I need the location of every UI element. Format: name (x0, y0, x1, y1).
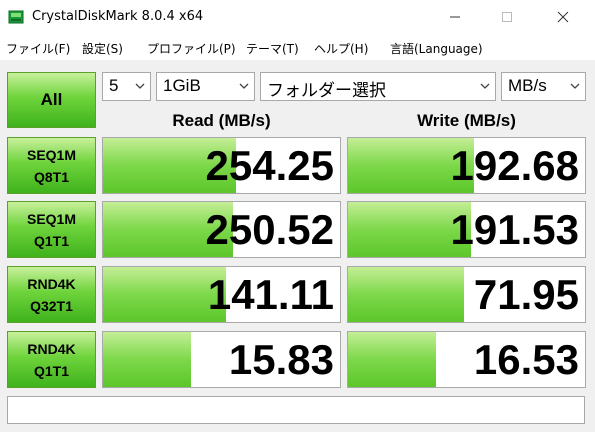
close-button[interactable] (540, 4, 586, 30)
test-name: SEQ1M (26, 210, 76, 227)
unit-select[interactable]: MB/s (501, 72, 586, 101)
read-value: 250.52 (205, 206, 334, 253)
minimize-button[interactable] (432, 4, 478, 30)
test-count-select[interactable]: 5 (102, 72, 151, 101)
test-params: Q1T1 (33, 232, 69, 249)
minimize-icon (450, 16, 460, 18)
chevron-down-icon (239, 83, 249, 89)
test-name: RND4K (27, 340, 76, 357)
menu-language[interactable]: 言語(Language) (390, 40, 483, 57)
close-icon (557, 11, 569, 23)
title-bar[interactable]: CrystalDiskMark 8.0.4 x64 (0, 0, 595, 34)
test-params: Q1T1 (33, 362, 69, 379)
unit-value: MB/s (508, 76, 547, 95)
menu-file[interactable]: ファイル(F) (6, 40, 70, 57)
write-result-cell: 71.95 (347, 266, 586, 323)
chevron-down-icon (570, 83, 580, 89)
write-value: 71.95 (473, 271, 579, 318)
write-result-cell: 192.68 (347, 137, 586, 194)
chevron-down-icon (135, 83, 145, 89)
read-result-cell: 15.83 (102, 331, 341, 388)
read-value: 254.25 (205, 142, 334, 189)
disk-icon (8, 10, 24, 24)
menu-profile[interactable]: プロファイル(P) (147, 40, 236, 57)
menu-help[interactable]: ヘルプ(H) (314, 40, 368, 57)
menu-theme[interactable]: テーマ(T) (246, 40, 299, 57)
test-name: SEQ1M (26, 146, 76, 163)
write-value: 191.53 (450, 206, 579, 253)
test-count-value: 5 (109, 76, 119, 95)
write-value: 192.68 (450, 142, 579, 189)
maximize-button[interactable] (484, 4, 530, 30)
test-button-seq1m-q1t1[interactable]: SEQ1M Q1T1 (7, 201, 96, 258)
read-result-cell: 141.11 (102, 266, 341, 323)
read-result-cell: 250.52 (102, 201, 341, 258)
write-bar (348, 332, 436, 387)
target-folder-value: フォルダー選択 (267, 81, 386, 100)
write-bar (348, 267, 465, 322)
write-column-header: Write (MB/s) (417, 111, 516, 130)
test-params: Q32T1 (30, 297, 73, 314)
test-button-rnd4k-q1t1[interactable]: RND4K Q1T1 (7, 331, 96, 388)
test-size-value: 1GiB (163, 76, 201, 95)
comment-input[interactable] (7, 396, 585, 424)
test-name: RND4K (27, 275, 76, 292)
menu-settings[interactable]: 設定(S) (82, 40, 123, 57)
read-bar (103, 332, 191, 387)
read-result-cell: 254.25 (102, 137, 341, 194)
write-result-cell: 16.53 (347, 331, 586, 388)
test-button-rnd4k-q32t1[interactable]: RND4K Q32T1 (7, 266, 96, 323)
write-result-cell: 191.53 (347, 201, 586, 258)
read-column-header: Read (MB/s) (172, 111, 271, 130)
window-title: CrystalDiskMark 8.0.4 x64 (32, 9, 204, 24)
target-folder-select[interactable]: フォルダー選択 (260, 72, 496, 101)
chevron-down-icon (480, 83, 490, 89)
write-value: 16.53 (473, 336, 579, 383)
test-params: Q8T1 (33, 168, 69, 185)
maximize-icon (502, 12, 512, 22)
test-size-select[interactable]: 1GiB (156, 72, 255, 101)
read-value: 141.11 (207, 271, 334, 318)
read-value: 15.83 (228, 336, 334, 383)
menu-bar: ファイル(F) 設定(S) プロファイル(P) テーマ(T) ヘルプ(H) 言語… (0, 34, 595, 60)
all-button[interactable]: All (7, 72, 96, 128)
test-button-seq1m-q8t1[interactable]: SEQ1M Q8T1 (7, 137, 96, 194)
